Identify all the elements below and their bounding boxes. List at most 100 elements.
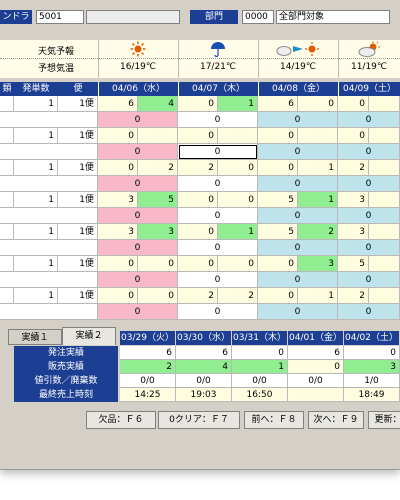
sales-cell[interactable]: 0 xyxy=(258,144,338,160)
forecast-cell[interactable]: 5 xyxy=(338,256,369,272)
store-code-field[interactable]: 5001 xyxy=(36,10,84,24)
order-qty-cell[interactable]: 4 xyxy=(138,96,178,112)
order-qty-cell[interactable]: 0 xyxy=(138,256,178,272)
forecast-cell[interactable]: 0 xyxy=(338,128,369,144)
sales-cell[interactable]: 0 xyxy=(338,208,400,224)
order-qty-cell[interactable] xyxy=(218,128,258,144)
forecast-cell[interactable]: 0 xyxy=(98,128,138,144)
order-qty-cell[interactable]: 2 xyxy=(218,288,258,304)
forecast-cell[interactable]: 0 xyxy=(98,256,138,272)
update-button[interactable]: 更新： xyxy=(368,411,400,429)
forecast-cell[interactable]: 3 xyxy=(98,224,138,240)
col-header-date-1: 04/06（水） xyxy=(98,82,178,96)
sales-cell[interactable]: 0 xyxy=(338,144,400,160)
sales-cell[interactable]: 0 xyxy=(98,112,178,128)
sales-cell[interactable]: 0 xyxy=(178,176,258,192)
store-name-field[interactable] xyxy=(86,10,180,24)
forecast-cell[interactable]: 2 xyxy=(338,288,369,304)
forecast-cell[interactable]: 5 xyxy=(258,192,298,208)
order-qty-cell[interactable]: 1 xyxy=(298,288,338,304)
shortage-button[interactable]: 欠品：Ｆ６ xyxy=(86,411,156,429)
sales-cell[interactable]: 0 xyxy=(98,304,178,320)
order-qty-cell[interactable]: 5 xyxy=(138,192,178,208)
forecast-cell[interactable]: 3 xyxy=(338,192,369,208)
zero-clear-button[interactable]: 0クリア：Ｆ７ xyxy=(158,411,240,429)
order-qty-cell[interactable]: 1 xyxy=(218,96,258,112)
forecast-cell[interactable]: 0 xyxy=(258,256,298,272)
order-qty-cell[interactable] xyxy=(369,192,400,208)
tab-results-1[interactable]: 実績１ xyxy=(8,329,62,345)
forecast-cell[interactable]: 3 xyxy=(338,224,369,240)
order-qty-cell[interactable] xyxy=(369,256,400,272)
dept-name-field[interactable]: 全部門対象 xyxy=(276,10,390,24)
order-qty-cell[interactable] xyxy=(369,96,400,112)
sales-cell[interactable]: 0 xyxy=(178,208,258,224)
sales-cell[interactable]: 0 xyxy=(178,112,258,128)
order-qty-cell[interactable]: 0 xyxy=(298,96,338,112)
sales-cell[interactable]: 0 xyxy=(338,272,400,288)
order-qty-cell[interactable]: 3 xyxy=(298,256,338,272)
forecast-cell[interactable]: 5 xyxy=(258,224,298,240)
sales-cell[interactable]: 0 xyxy=(178,304,258,320)
dept-code-field[interactable]: 0000 xyxy=(242,10,274,24)
order-qty-cell[interactable] xyxy=(369,160,400,176)
sales-cell[interactable]: 0 xyxy=(98,240,178,256)
forecast-cell[interactable]: 0 xyxy=(98,288,138,304)
forecast-cell[interactable]: 0 xyxy=(178,256,218,272)
sales-cell[interactable]: 0 xyxy=(338,176,400,192)
forecast-cell[interactable]: 0 xyxy=(178,192,218,208)
forecast-cell[interactable]: 3 xyxy=(98,192,138,208)
sales-cell[interactable]: 0 xyxy=(258,240,338,256)
bin-cell: 1便 xyxy=(58,256,98,272)
forecast-cell[interactable]: 2 xyxy=(178,160,218,176)
order-qty-cell[interactable]: 2 xyxy=(138,160,178,176)
results-cell: 0 xyxy=(232,346,288,360)
sales-cell[interactable]: 0 xyxy=(258,272,338,288)
sales-cell[interactable]: 0 xyxy=(338,240,400,256)
forecast-cell[interactable]: 0 xyxy=(178,96,218,112)
forecast-cell[interactable]: 2 xyxy=(338,160,369,176)
order-qty-cell[interactable] xyxy=(298,128,338,144)
next-button[interactable]: 次へ：Ｆ９ xyxy=(308,411,364,429)
sales-cell[interactable]: 0 xyxy=(258,112,338,128)
tab-results-2[interactable]: 実績２ xyxy=(62,327,116,345)
forecast-cell[interactable]: 0 xyxy=(258,288,298,304)
order-qty-cell[interactable]: 2 xyxy=(298,224,338,240)
order-qty-cell[interactable]: 0 xyxy=(218,256,258,272)
order-qty-cell[interactable]: 1 xyxy=(298,160,338,176)
forecast-cell[interactable]: 0 xyxy=(178,224,218,240)
order-qty-cell[interactable]: 0 xyxy=(218,192,258,208)
sales-cell[interactable]: 0 xyxy=(338,304,400,320)
sales-cell[interactable]: 0 xyxy=(338,112,400,128)
sales-cell[interactable]: 0 xyxy=(98,176,178,192)
sales-cell[interactable]: 0 xyxy=(178,272,258,288)
forecast-cell[interactable]: 0 xyxy=(338,96,369,112)
order-qty-cell[interactable]: 0 xyxy=(218,160,258,176)
forecast-cell[interactable]: 0 xyxy=(258,160,298,176)
sales-cell[interactable]: 0 xyxy=(258,304,338,320)
sales-cell[interactable]: 0 xyxy=(178,144,258,160)
sales-cell[interactable]: 0 xyxy=(178,240,258,256)
order-qty-cell[interactable]: 1 xyxy=(218,224,258,240)
sales-cell[interactable]: 0 xyxy=(98,272,178,288)
order-qty-cell[interactable] xyxy=(369,128,400,144)
forecast-cell[interactable]: 6 xyxy=(258,96,298,112)
forecast-cell[interactable]: 6 xyxy=(98,96,138,112)
results-cell: 0/0 xyxy=(232,374,288,388)
forecast-cell[interactable]: 0 xyxy=(178,128,218,144)
sales-cell[interactable]: 0 xyxy=(258,176,338,192)
forecast-cell[interactable]: 2 xyxy=(178,288,218,304)
category-cell xyxy=(0,160,14,176)
order-qty-cell[interactable] xyxy=(138,128,178,144)
sales-cell[interactable]: 0 xyxy=(98,208,178,224)
order-qty-cell[interactable] xyxy=(369,224,400,240)
forecast-cell[interactable]: 0 xyxy=(258,128,298,144)
sales-cell[interactable]: 0 xyxy=(258,208,338,224)
prev-button[interactable]: 前へ：Ｆ８ xyxy=(244,411,304,429)
sales-cell[interactable]: 0 xyxy=(98,144,178,160)
order-qty-cell[interactable]: 3 xyxy=(138,224,178,240)
order-qty-cell[interactable] xyxy=(369,288,400,304)
order-qty-cell[interactable]: 0 xyxy=(138,288,178,304)
forecast-cell[interactable]: 0 xyxy=(98,160,138,176)
order-qty-cell[interactable]: 1 xyxy=(298,192,338,208)
